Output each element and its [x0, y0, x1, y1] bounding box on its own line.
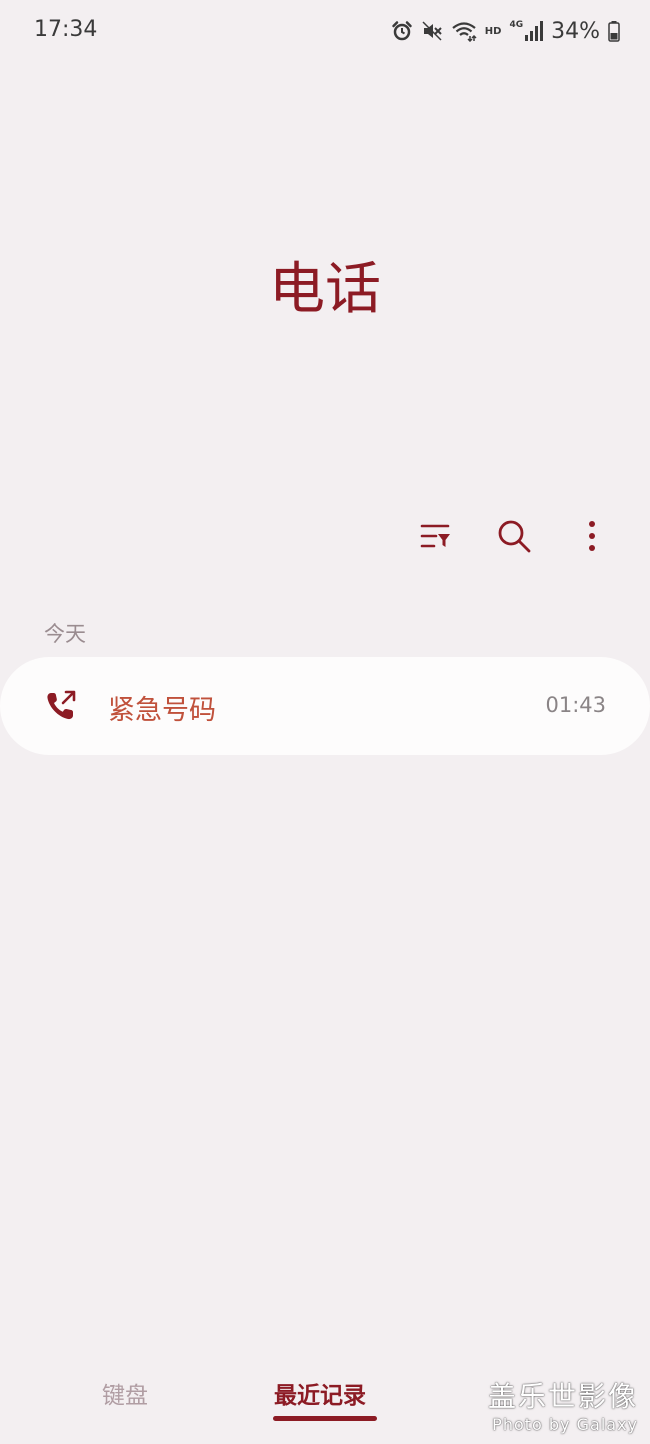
section-header-today: 今天: [44, 622, 86, 646]
call-time: 01:43: [545, 693, 606, 717]
call-log-item[interactable]: 紧急号码 01:43: [0, 657, 650, 755]
watermark-subtitle: Photo by Galaxy: [492, 1415, 638, 1434]
more-options-icon: [589, 521, 595, 551]
signal-icon: [525, 21, 544, 41]
page-title: 电话: [269, 257, 381, 322]
hd-indicator: HD: [484, 25, 502, 37]
alarm-icon: [392, 21, 412, 41]
phone-app-screen: 17:34 HD 4G 34% 电话 今天 紧急号码 01:43 键盘 最近记录…: [0, 0, 650, 1444]
wifi-icon: [452, 22, 477, 42]
mute-icon: [422, 21, 442, 41]
tab-recents[interactable]: 最近记录: [274, 1376, 366, 1410]
more-options-button[interactable]: [570, 514, 614, 558]
outgoing-call-icon: [47, 690, 76, 720]
status-icons: HD 4G 34%: [391, 14, 620, 48]
toolbar: [414, 512, 614, 560]
camera-watermark: 盖乐世影像 Photo by Galaxy: [488, 1375, 638, 1434]
search-icon: [498, 520, 531, 553]
bottom-nav: 键盘 最近记录 盖乐世影像 Photo by Galaxy: [0, 1354, 650, 1444]
network-type-indicator: 4G: [509, 20, 524, 30]
watermark-title: 盖乐世影像: [487, 1380, 638, 1413]
call-contact-name: 紧急号码: [108, 695, 216, 726]
battery-percent: 34%: [551, 18, 600, 44]
active-tab-indicator: [273, 1416, 377, 1421]
battery-icon: [608, 21, 620, 42]
filter-icon: [420, 524, 450, 548]
status-bar: 17:34 HD 4G 34%: [0, 0, 650, 62]
status-time: 17:34: [34, 17, 98, 42]
filter-button[interactable]: [414, 514, 458, 558]
tab-keypad[interactable]: 键盘: [102, 1376, 148, 1410]
search-button[interactable]: [492, 514, 536, 558]
